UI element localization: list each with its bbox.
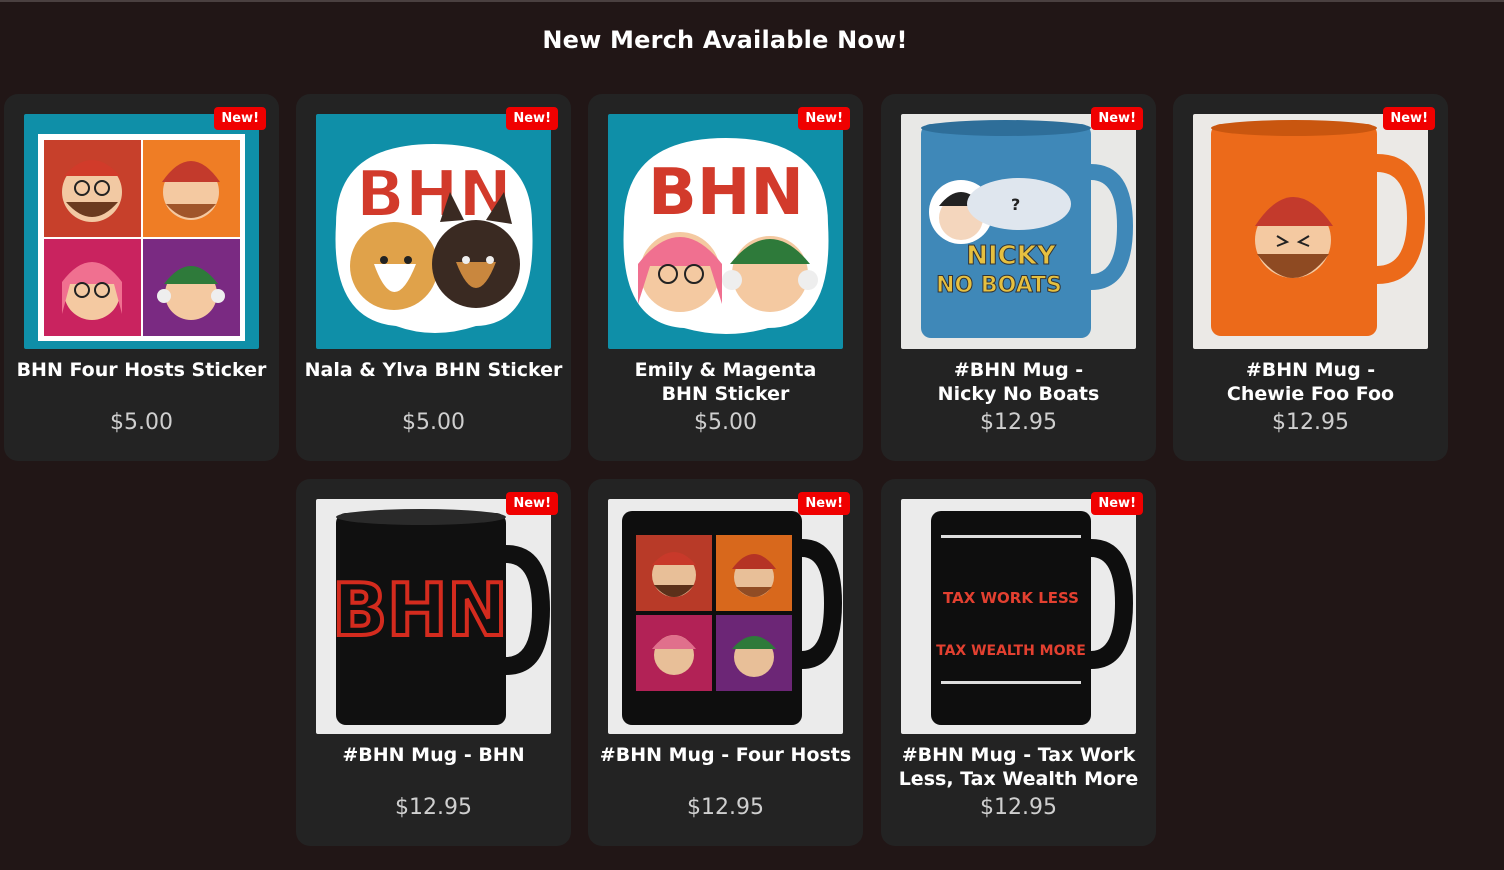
product-name-line: #BHN Mug - xyxy=(953,359,1084,381)
product-price: $12.95 xyxy=(1272,410,1349,435)
product-name[interactable]: #BHN Mug - Four Hosts xyxy=(596,743,855,767)
sticker-text: BHN xyxy=(648,156,804,230)
product-name-line: Nicky No Boats xyxy=(937,383,1100,405)
new-badge: New! xyxy=(1091,492,1143,515)
product-card[interactable]: New! BHN Four Hosts Sticker $5.00 xyxy=(4,94,279,461)
product-image[interactable]: ? NICKY NO BOATS xyxy=(901,114,1136,349)
new-badge: New! xyxy=(798,492,850,515)
new-badge: New! xyxy=(1383,107,1435,130)
new-badge: New! xyxy=(1091,107,1143,130)
product-name-line: BHN Sticker xyxy=(661,383,790,405)
product-name[interactable]: #BHN Mug - Tax Work Less, Tax Wealth Mor… xyxy=(889,743,1148,791)
product-name-line: #BHN Mug - Tax Work xyxy=(901,744,1136,766)
mug-print-text: TAX WEALTH MORE xyxy=(936,643,1086,659)
new-badge: New! xyxy=(798,107,850,130)
new-badge: New! xyxy=(214,107,266,130)
mug-print-text: BHN xyxy=(332,568,507,652)
top-border xyxy=(0,0,1504,2)
product-price: $12.95 xyxy=(980,795,1057,820)
product-image[interactable]: TAX WORK LESS TAX WEALTH MORE xyxy=(901,499,1136,734)
page-title: New Merch Available Now! xyxy=(542,26,908,54)
product-price: $5.00 xyxy=(110,410,173,435)
product-name[interactable]: Emily & Magenta BHN Sticker xyxy=(596,358,855,406)
product-price: $5.00 xyxy=(402,410,465,435)
mug-print-text: NO BOATS xyxy=(936,273,1062,298)
product-name[interactable]: #BHN Mug - Nicky No Boats xyxy=(889,358,1148,406)
product-name[interactable]: #BHN Mug - BHN xyxy=(304,743,563,767)
new-badge: New! xyxy=(506,107,558,130)
sticker-text: BHN xyxy=(356,158,512,232)
product-name-line: #BHN Mug - xyxy=(1245,359,1376,381)
product-name[interactable]: Nala & Ylva BHN Sticker xyxy=(304,358,563,382)
product-card[interactable]: TAX WORK LESS TAX WEALTH MORE New! #BHN … xyxy=(881,479,1156,846)
product-card[interactable]: BHN New! #BHN Mug - BHN $12.95 xyxy=(296,479,571,846)
mug-print-text: TAX WORK LESS xyxy=(943,589,1079,607)
product-card[interactable]: New! #BHN Mug - Chewie Foo Foo $12.95 xyxy=(1173,94,1448,461)
product-price: $12.95 xyxy=(687,795,764,820)
svg-text:?: ? xyxy=(1011,195,1020,214)
product-name-line: Chewie Foo Foo xyxy=(1226,383,1395,405)
product-name[interactable]: #BHN Mug - Chewie Foo Foo xyxy=(1181,358,1440,406)
product-name[interactable]: BHN Four Hosts Sticker xyxy=(12,358,271,382)
product-name-line: Less, Tax Wealth More xyxy=(898,768,1139,790)
product-image[interactable]: BHN xyxy=(316,114,551,349)
product-image[interactable]: BHN xyxy=(316,499,551,734)
product-card[interactable]: BHN New! Nala & Ylva BHN Sticker $5.00 xyxy=(296,94,571,461)
product-card[interactable]: BHN New! Emily & Magenta BHN Sticker $5.… xyxy=(588,94,863,461)
product-price: $12.95 xyxy=(980,410,1057,435)
new-badge: New! xyxy=(506,492,558,515)
product-price: $12.95 xyxy=(395,795,472,820)
product-image[interactable] xyxy=(1193,114,1428,349)
product-image[interactable] xyxy=(24,114,259,349)
product-name-line: Emily & Magenta xyxy=(634,359,817,381)
mug-print-text: NICKY xyxy=(966,241,1057,271)
product-image[interactable] xyxy=(608,499,843,734)
product-image[interactable]: BHN xyxy=(608,114,843,349)
product-price: $5.00 xyxy=(694,410,757,435)
product-card[interactable]: ? NICKY NO BOATS New! #BHN Mug - Nicky N… xyxy=(881,94,1156,461)
product-card[interactable]: New! #BHN Mug - Four Hosts $12.95 xyxy=(588,479,863,846)
